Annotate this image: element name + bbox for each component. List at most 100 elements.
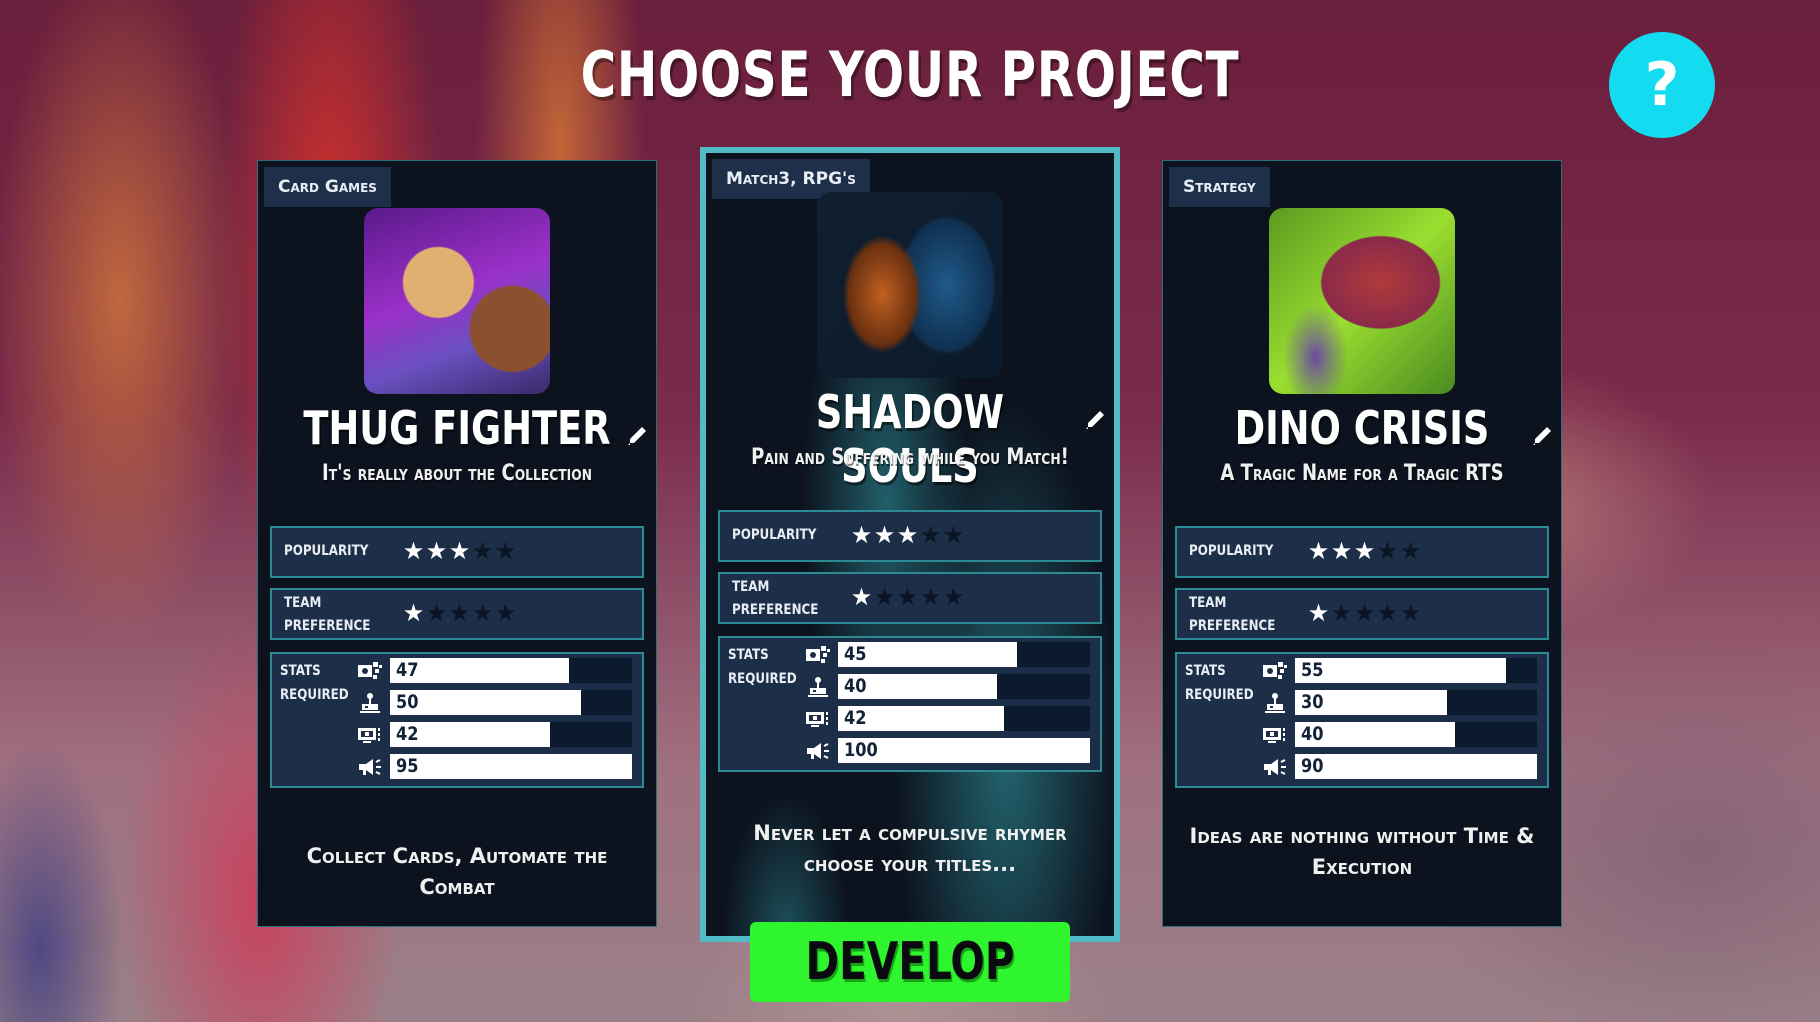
pencil-edit-icon[interactable] [626, 425, 648, 447]
project-tagline: It's really about the Collection [321, 461, 592, 486]
team-preference-box: TEAM PREFERENCE ★ ★ ★ ★ ★ [1175, 588, 1549, 640]
star-filled-icon: ★ [896, 522, 919, 549]
project-name: THUG FIGHTER [303, 401, 611, 455]
project-card-2[interactable]: Strategy DINO CRISIS A Tragic Name for a… [1162, 160, 1562, 927]
project-art [1269, 208, 1455, 394]
project-description: Collect Cards, Automate the Combat [306, 844, 608, 899]
popularity-label: POPULARITY [284, 543, 369, 559]
pencil-edit-icon[interactable] [1084, 409, 1106, 431]
stat-bar: 50 [390, 690, 632, 715]
team-preference-label: PREFERENCE [284, 618, 371, 634]
team-preference-label: TEAM [732, 579, 770, 595]
tech-monitor-icon [804, 708, 832, 730]
star-filled-icon: ★ [873, 522, 896, 549]
develop-button[interactable]: DEVELOP [750, 922, 1070, 1002]
team-preference-label: PREFERENCE [732, 602, 819, 618]
gameplay-joystick-icon [1261, 692, 1289, 714]
tech-monitor-icon [1261, 724, 1289, 746]
star-filled-icon: ★ [850, 522, 873, 549]
stat-value: 50 [396, 691, 419, 713]
team-preference-label: TEAM [284, 595, 322, 611]
star-empty-icon: ★ [919, 584, 942, 611]
project-tagline: A Tragic Name for a Tragic RTS [1220, 461, 1504, 486]
stats-required-label: STATS [728, 647, 769, 663]
popularity-stars: ★ ★ ★ ★ ★ [1307, 540, 1422, 564]
team-preference-stars: ★ ★ ★ ★ ★ [850, 586, 965, 610]
star-empty-icon: ★ [494, 538, 517, 565]
page-title: CHOOSE YOUR PROJECT [580, 38, 1240, 111]
stat-bar: 55 [1295, 658, 1537, 683]
stats-required-box: STATS REQUIRED 47 50 42 95 [270, 652, 644, 788]
star-filled-icon: ★ [425, 538, 448, 565]
stat-value: 90 [1301, 755, 1324, 777]
stats-required-label: REQUIRED [1185, 687, 1254, 703]
marketing-megaphone-icon [804, 740, 832, 762]
stats-required-label: STATS [280, 663, 321, 679]
project-description: Ideas are nothing without Time & Executi… [1189, 824, 1535, 879]
stats-required-box: STATS REQUIRED 45 40 42 100 [718, 636, 1102, 772]
marketing-megaphone-icon [1261, 756, 1289, 778]
stat-row: 40 [804, 674, 1090, 699]
project-card-0[interactable]: Card Games THUG FIGHTER It's really abou… [257, 160, 657, 927]
project-tagline: Pain and Suffering while you Match! [751, 445, 1069, 470]
stat-value: 42 [844, 707, 867, 729]
star-empty-icon: ★ [1353, 600, 1376, 627]
stat-bar: 42 [390, 722, 632, 747]
stat-bar: 95 [390, 754, 632, 779]
star-empty-icon: ★ [1376, 600, 1399, 627]
stat-bar: 100 [838, 738, 1090, 763]
stats-required-label: STATS [1185, 663, 1226, 679]
stat-value: 45 [844, 643, 867, 665]
star-filled-icon: ★ [1307, 600, 1330, 627]
stat-value: 95 [396, 755, 419, 777]
tech-monitor-icon [356, 724, 384, 746]
stat-bar-fill [390, 690, 582, 715]
popularity-label: POPULARITY [732, 527, 817, 543]
star-empty-icon: ★ [471, 538, 494, 565]
project-card-1[interactable]: Match3, RPG's SHADOW SOULS Pain and Suff… [700, 147, 1120, 942]
star-filled-icon: ★ [448, 538, 471, 565]
star-empty-icon: ★ [494, 600, 517, 627]
gameplay-joystick-icon [804, 676, 832, 698]
star-empty-icon: ★ [425, 600, 448, 627]
star-empty-icon: ★ [919, 522, 942, 549]
stat-bar: 30 [1295, 690, 1537, 715]
stat-row: 95 [356, 754, 632, 779]
star-empty-icon: ★ [471, 600, 494, 627]
pencil-edit-icon[interactable] [1531, 425, 1553, 447]
popularity-label: POPULARITY [1189, 543, 1274, 559]
popularity-box: POPULARITY ★ ★ ★ ★ ★ [1175, 526, 1549, 578]
stat-bar-fill [1295, 754, 1537, 779]
stat-bar: 45 [838, 642, 1090, 667]
star-empty-icon: ★ [873, 584, 896, 611]
stat-row: 90 [1261, 754, 1537, 779]
star-empty-icon: ★ [1376, 538, 1399, 565]
design-icon [1261, 660, 1289, 682]
stats-required-box: STATS REQUIRED 55 30 40 90 [1175, 652, 1549, 788]
stat-bar-fill [390, 754, 632, 779]
stat-row: 50 [356, 690, 632, 715]
star-filled-icon: ★ [402, 538, 425, 565]
stat-value: 42 [396, 723, 419, 745]
star-filled-icon: ★ [850, 584, 873, 611]
project-name: DINO CRISIS [1234, 401, 1490, 455]
stat-value: 30 [1301, 691, 1324, 713]
stat-row: 45 [804, 642, 1090, 667]
stat-value: 40 [1301, 723, 1324, 745]
star-filled-icon: ★ [1307, 538, 1330, 565]
project-name: SHADOW SOULS [815, 385, 1005, 493]
team-preference-box: TEAM PREFERENCE ★ ★ ★ ★ ★ [270, 588, 644, 640]
stat-bar: 90 [1295, 754, 1537, 779]
help-button[interactable]: ? [1609, 32, 1715, 138]
project-art [817, 192, 1003, 378]
star-empty-icon: ★ [896, 584, 919, 611]
stat-row: 100 [804, 738, 1090, 763]
team-preference-stars: ★ ★ ★ ★ ★ [402, 602, 517, 626]
stat-value: 55 [1301, 659, 1324, 681]
stat-bar-fill [1295, 658, 1506, 683]
stat-value: 100 [844, 739, 878, 761]
star-empty-icon: ★ [942, 522, 965, 549]
team-preference-label: PREFERENCE [1189, 618, 1276, 634]
popularity-box: POPULARITY ★ ★ ★ ★ ★ [718, 510, 1102, 562]
stat-value: 40 [844, 675, 867, 697]
